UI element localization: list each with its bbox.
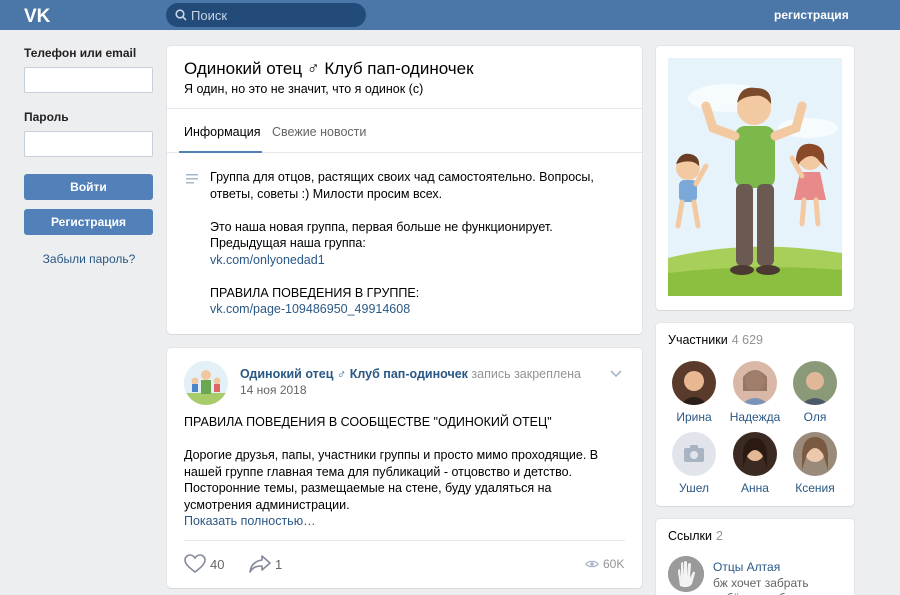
like-count: 40: [210, 557, 225, 572]
member-name[interactable]: Анна: [725, 481, 785, 495]
link-avatar[interactable]: [668, 556, 704, 592]
login-button[interactable]: Войти: [24, 174, 153, 200]
links-title: Ссылки: [668, 529, 713, 543]
register-link[interactable]: регистрация: [774, 8, 849, 22]
avatar[interactable]: [733, 432, 777, 476]
search-input[interactable]: Поиск: [166, 3, 366, 27]
share-count: 1: [275, 557, 283, 572]
tab-news[interactable]: Свежие новости: [272, 125, 366, 139]
search-icon: [175, 9, 187, 21]
rules-link[interactable]: vk.com/page-109486950_49914608: [210, 302, 410, 316]
post-body: Дорогие друзья, папы, участники группы и…: [184, 448, 599, 512]
rules-heading: ПРАВИЛА ПОВЕДЕНИЯ В ГРУППЕ:: [210, 285, 420, 300]
post-author-name[interactable]: Одинокий отец ♂ Клуб пап-одиночек: [240, 367, 468, 381]
member-name[interactable]: Ксения: [785, 481, 845, 495]
phone-email-field[interactable]: [24, 67, 153, 93]
member-item[interactable]: Анна: [725, 432, 785, 495]
pinned-post: Одинокий отец ♂ Клуб пап-одиночек запись…: [167, 348, 642, 588]
avatar[interactable]: [793, 432, 837, 476]
avatar[interactable]: [672, 432, 716, 476]
description-icon: [186, 174, 198, 184]
previous-group-link[interactable]: vk.com/onlyonedad1: [210, 253, 325, 267]
vk-logo-icon[interactable]: VK: [24, 4, 54, 26]
member-name[interactable]: Ирина: [664, 410, 724, 424]
top-header: VK Поиск регистрация: [0, 0, 900, 30]
links-block: Ссылки2 Отцы Алтая бж хочет забрать ребё…: [656, 519, 854, 595]
post-author-avatar[interactable]: [184, 361, 228, 405]
phone-label: Телефон или email: [24, 46, 137, 60]
member-item[interactable]: Надежда: [725, 361, 785, 424]
link-description: бж хочет забрать ребёнка не бог: [713, 576, 809, 595]
description-text-1: Группа для отцов, растящих своих чад сам…: [210, 170, 594, 201]
link-title[interactable]: Отцы Алтая: [713, 560, 780, 574]
tab-info[interactable]: Информация: [184, 125, 261, 139]
family-avatar-icon: [184, 361, 228, 405]
post-text: ПРАВИЛА ПОВЕДЕНИЯ В СООБЩЕСТВЕ "ОДИНОКИЙ…: [184, 414, 614, 530]
member-item[interactable]: Ксения: [785, 432, 845, 495]
page-title: Одинокий отец ♂ Клуб пап-одиночек: [184, 59, 474, 78]
group-tabs: Информация Свежие новости: [167, 108, 642, 153]
members-count: 4 629: [731, 333, 763, 347]
post-heading: ПРАВИЛА ПОВЕДЕНИЯ В СООБЩЕСТВЕ "ОДИНОКИЙ…: [184, 415, 552, 429]
post-date[interactable]: 14 ноя 2018: [240, 383, 307, 397]
pinned-label: запись закреплена: [471, 367, 582, 381]
login-form: Телефон или email Пароль Войти Регистрац…: [24, 46, 154, 266]
links-count: 2: [716, 529, 723, 543]
svg-text:VK: VK: [24, 6, 51, 26]
members-block: Участники 4 629 Ирина Надежда Оля Ушел Ан…: [656, 323, 854, 506]
group-status: Я один, но это не значит, что я одинок (…: [184, 82, 424, 96]
eye-icon: [585, 560, 599, 568]
links-header[interactable]: Ссылки 2: [668, 529, 723, 543]
password-label: Пароль: [24, 110, 69, 124]
avatar[interactable]: [733, 361, 777, 405]
group-cover-card: [656, 46, 854, 310]
avatar[interactable]: [793, 361, 837, 405]
post-author[interactable]: Одинокий отец ♂ Клуб пап-одиночек запись…: [240, 367, 581, 381]
member-name[interactable]: Надежда: [725, 410, 785, 424]
member-item[interactable]: Оля: [785, 361, 845, 424]
chevron-down-icon[interactable]: [610, 370, 622, 378]
share-icon[interactable]: [249, 554, 271, 574]
description-text-2: Это наша новая группа, первая больше не …: [210, 219, 553, 234]
member-name[interactable]: Ушел: [664, 481, 724, 495]
members-header[interactable]: Участники 4 629: [668, 333, 763, 347]
register-button[interactable]: Регистрация: [24, 209, 153, 235]
camera-icon: [672, 432, 716, 476]
group-description: Группа для отцов, растящих своих чад сам…: [210, 169, 630, 318]
password-field[interactable]: [24, 131, 153, 157]
heart-icon[interactable]: [184, 554, 206, 574]
search-placeholder: Поиск: [191, 8, 228, 23]
divider: [184, 540, 625, 541]
group-info-card: Одинокий отец ♂ Клуб пап-одиночек Я один…: [167, 46, 642, 334]
father-children-illustration: [668, 58, 842, 296]
members-title: Участники: [668, 333, 728, 347]
show-more-link[interactable]: Показать полностью…: [184, 514, 316, 528]
view-count: 60K: [603, 557, 625, 571]
active-tab-indicator: [179, 151, 262, 153]
member-item[interactable]: Ирина: [664, 361, 724, 424]
description-text-3: Предыдущая наша группа:: [210, 236, 366, 250]
forgot-password-link[interactable]: Забыли пароль?: [24, 252, 154, 266]
hand-icon: [668, 556, 704, 592]
avatar[interactable]: [672, 361, 716, 405]
member-name[interactable]: Оля: [785, 410, 845, 424]
member-item[interactable]: Ушел: [664, 432, 724, 495]
group-cover-image[interactable]: [668, 58, 842, 296]
